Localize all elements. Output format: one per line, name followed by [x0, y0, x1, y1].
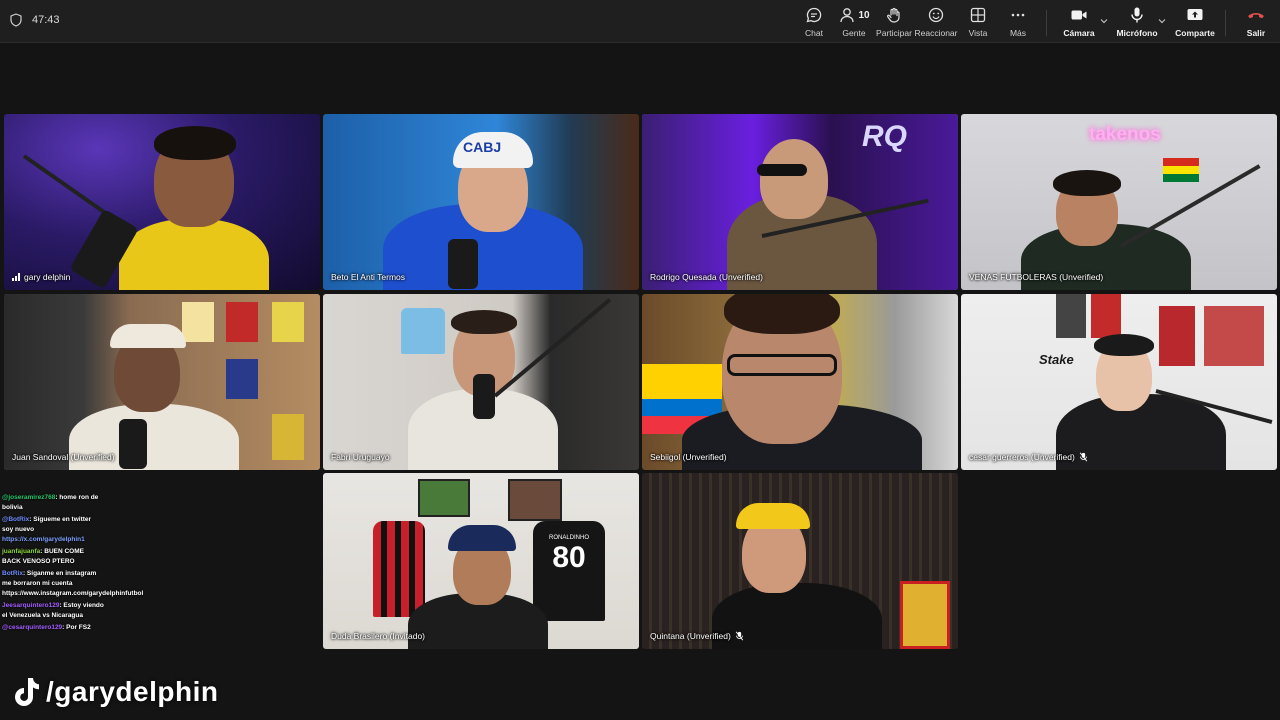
emoji-icon	[928, 7, 944, 23]
glasses	[727, 354, 837, 376]
sunglasses	[757, 164, 807, 176]
react-label: Reaccionar	[914, 28, 958, 38]
participant-name: gary delphin	[12, 272, 70, 282]
share-label: Comparte	[1175, 28, 1215, 38]
participant-name: Fabri Uruguayo	[331, 452, 390, 462]
share-screen-icon	[1187, 9, 1203, 20]
video-tile-gary-delphin[interactable]: gary delphin	[4, 114, 320, 290]
more-label: Más	[1009, 28, 1027, 38]
video-tile-venas[interactable]: takenos VENAS FUTBOLERAS (Unverified)	[961, 114, 1277, 290]
signal-strength-icon	[12, 273, 20, 281]
chat-message: BotRix: Síganme en instagram me borraron…	[2, 570, 144, 597]
tiktok-logo-icon	[15, 678, 39, 706]
grid-view-icon	[970, 7, 986, 23]
participant-name: Quintana (Unverified)	[650, 631, 744, 641]
people-count: 10	[858, 9, 870, 21]
view-button[interactable]: Vista	[958, 6, 998, 38]
video-tile-beto[interactable]: CABJ Beto El Anti Termos	[323, 114, 639, 290]
participant-name: Rodrigo Quesada (Unverified)	[650, 272, 763, 282]
react-button[interactable]: Reaccionar	[914, 6, 958, 38]
chat-message: Jeesarquintero129: Estoy viendo el Venez…	[2, 602, 104, 619]
video-tile-rodrigo[interactable]: RQ Rodrigo Quesada (Unverified)	[642, 114, 958, 290]
hand-icon	[887, 7, 900, 23]
video-tile-duda[interactable]: RONALDINHO 80 Duda Brasilero (Invitado)	[323, 473, 639, 649]
participant-name: Duda Brasilero (Invitado)	[331, 631, 426, 641]
raise-hand-button[interactable]: Participar	[874, 6, 914, 38]
framed-jersey	[1056, 294, 1086, 338]
chat-message: juanfajuanfa: BUEN COME BACK VENOSO PTER…	[2, 548, 84, 565]
cap-text: CABJ	[463, 139, 502, 155]
hang-up-icon	[1248, 13, 1264, 19]
flamengo-jersey	[373, 521, 425, 617]
video-tile-cesar[interactable]: Stake cesar guerreros (Unverified)	[961, 294, 1277, 470]
video-tile-quintana[interactable]: Quintana (Unverified)	[642, 473, 958, 649]
framed-jersey	[182, 302, 214, 342]
meeting-toolbar: 47:43 Chat 10 Gente Participar Reacciona…	[0, 0, 1280, 43]
muted-mic-icon	[1079, 452, 1088, 462]
participant-name: cesar guerreros (Unverified)	[969, 452, 1088, 462]
microphone-button[interactable]: Micrófono	[1115, 6, 1159, 38]
stake-sign: Stake	[1039, 352, 1074, 367]
toolbar-divider	[1225, 10, 1226, 36]
participant-name: Juan Sandoval (Unverified)	[12, 452, 115, 462]
framed-jersey	[272, 302, 304, 342]
video-tile-fabri[interactable]: Fabri Uruguayo	[323, 294, 639, 470]
participant-name: Sebiigol (Unverified)	[650, 452, 727, 462]
microphone-label: Micrófono	[1116, 28, 1158, 38]
chat-icon	[806, 7, 822, 23]
trophy-poster	[900, 581, 950, 649]
framed-jersey	[1091, 294, 1121, 338]
chat-label: Chat	[805, 28, 823, 38]
view-label: Vista	[968, 28, 988, 38]
tiktok-watermark: /garydelphin	[12, 676, 218, 708]
muted-mic-icon	[735, 631, 743, 641]
microphone-options-chevron-icon[interactable]	[1157, 16, 1167, 26]
chat-message: @BotRix: Sígueme en twitter soy nuevo ht…	[2, 516, 92, 543]
camera-label: Cámara	[1063, 28, 1095, 38]
framed-photo	[508, 479, 562, 521]
people-button[interactable]: 10 Gente	[834, 6, 874, 38]
chat-button[interactable]: Chat	[794, 6, 834, 38]
framed-poster	[1159, 306, 1195, 366]
framed-jersey	[226, 302, 258, 342]
framed-jersey	[272, 414, 304, 460]
ronaldinho-jersey: RONALDINHO 80	[533, 521, 605, 621]
chat-message: @joseramirez768: home ron de bolivia	[2, 494, 99, 511]
more-button[interactable]: Más	[998, 6, 1038, 38]
participant-name: Beto El Anti Termos	[331, 272, 406, 282]
rq-logo-text: RQ	[862, 120, 907, 153]
timer-text: 47:43	[32, 14, 60, 26]
stream-chat-overlay: @joseramirez768: home ron de bolivia @Bo…	[0, 493, 144, 635]
participant-name: VENAS FUTBOLERAS (Unverified)	[969, 272, 1104, 282]
tiktok-handle: /garydelphin	[46, 676, 219, 707]
shield-icon	[10, 13, 22, 27]
chat-message: @cesarquintero129: Por FS2	[2, 624, 91, 631]
share-button[interactable]: Comparte	[1173, 6, 1217, 38]
more-dots-icon	[1011, 13, 1025, 17]
bolivia-flag	[1163, 158, 1199, 182]
video-tile-sebiigol[interactable]: Sebiigol (Unverified)	[642, 294, 958, 470]
framed-poster	[1204, 306, 1264, 366]
uruguay-jersey	[401, 308, 445, 354]
framed-jersey	[226, 359, 258, 399]
framed-photo	[418, 479, 470, 517]
people-label: Gente	[842, 28, 866, 38]
video-tile-juan-sandoval[interactable]: Juan Sandoval (Unverified)	[4, 294, 320, 470]
toolbar-divider	[1046, 10, 1047, 36]
camera-button[interactable]: Cámara	[1057, 6, 1101, 38]
leave-button[interactable]: Salir	[1236, 6, 1276, 38]
raise-hand-label: Participar	[876, 28, 912, 38]
camera-options-chevron-icon[interactable]	[1099, 16, 1109, 26]
takenos-neon-sign: takenos	[1089, 124, 1161, 145]
meeting-timer: 47:43	[10, 13, 60, 27]
leave-label: Salir	[1246, 28, 1266, 38]
people-icon	[840, 8, 855, 23]
camera-icon	[1071, 10, 1087, 20]
microphone-icon	[1131, 7, 1143, 23]
